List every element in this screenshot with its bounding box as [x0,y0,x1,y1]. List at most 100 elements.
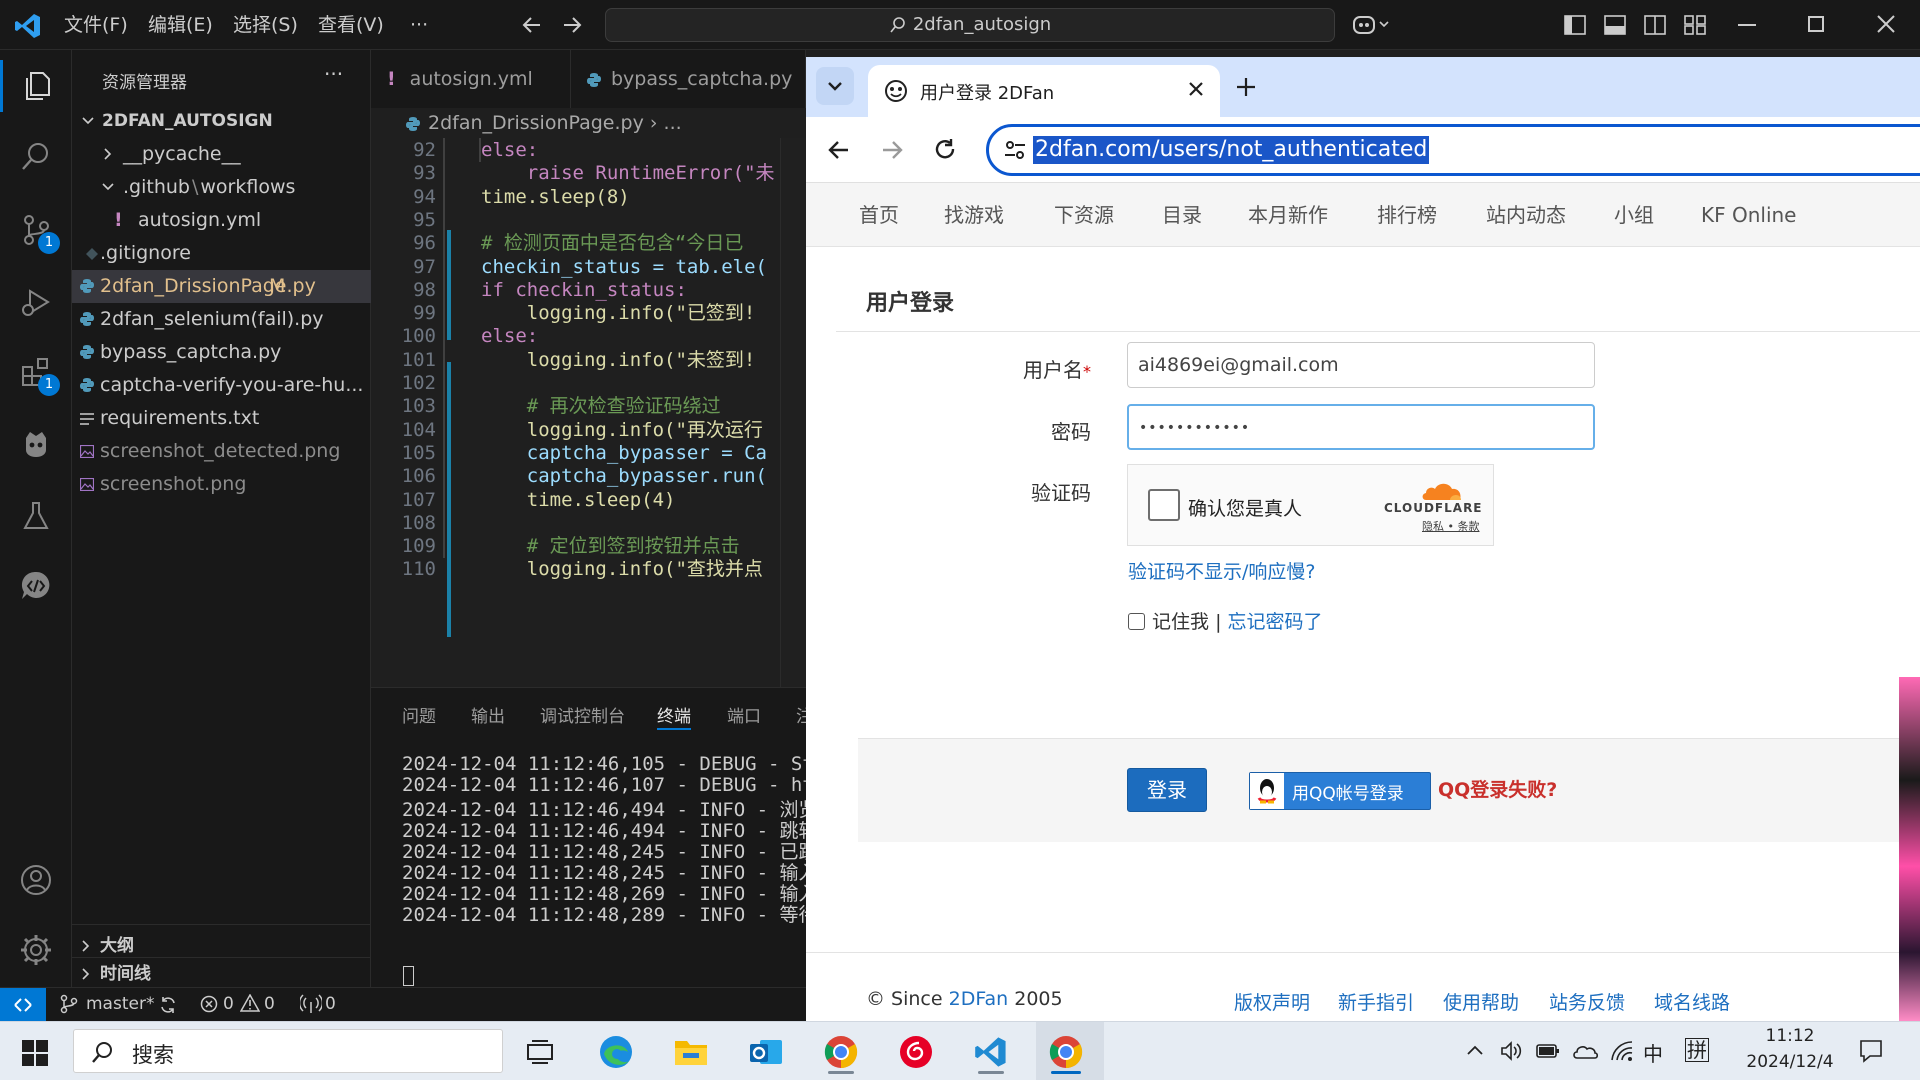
tab-autosign-yml[interactable]: ! autosign.yml [371,50,571,108]
menu-view[interactable]: 查看(V) [318,0,384,50]
tree-file-captcha-verify[interactable]: captcha-verify-you-are-hu... [72,369,371,402]
volume-icon[interactable] [1500,1040,1522,1062]
footer-copyright-link[interactable]: 版权声明 [1234,988,1310,1015]
netease-music-icon[interactable] [893,1030,939,1074]
footer-guide-link[interactable]: 新手指引 [1338,988,1414,1015]
footer-brand-link[interactable]: 2DFan [949,988,1009,1010]
code-lines[interactable]: 92 else: 93 raise RuntimeError("未 94 time.sl… [371,136,806,687]
nav-new-this-month[interactable]: 本月新作 [1248,183,1328,247]
clock-date[interactable]: 2024/12/4 [1730,1052,1850,1072]
onedrive-icon[interactable] [1572,1042,1598,1060]
tree-file-screenshot[interactable]: screenshot.png [72,468,371,501]
panel-tab-terminal[interactable]: 终端 [657,702,691,727]
sync-icon[interactable] [158,995,178,1015]
error-icon[interactable] [200,995,218,1013]
tree-file-requirements[interactable]: requirements.txt [72,402,371,435]
footer-help-link[interactable]: 使用帮助 [1443,988,1519,1015]
copilot-chat-icon[interactable] [16,424,56,464]
tree-folder-pycache[interactable]: __pycache__ [72,138,371,171]
accounts-icon[interactable] [16,860,56,900]
toggle-panel-icon[interactable] [1604,15,1626,35]
edge-icon[interactable] [593,1030,639,1074]
git-branch-label[interactable]: master* [86,994,154,1014]
login-button[interactable]: 登录 [1127,768,1207,812]
url-text[interactable]: 2dfan.com/users/not_authenticated [1033,136,1430,164]
restore-icon[interactable] [1808,16,1824,32]
captcha-checkbox[interactable] [1148,489,1180,521]
panel-tab-output[interactable]: 输出 [471,702,505,727]
browser-back-icon[interactable] [826,137,852,163]
menu-selection[interactable]: 选择(S) [233,0,298,50]
nav-back-icon[interactable] [520,13,544,37]
password-field[interactable]: •••••••••••• [1127,404,1595,450]
side-ad-banner[interactable] [1899,677,1920,1021]
tree-folder-github-workflows[interactable]: .github \ workflows [72,171,371,204]
notification-icon[interactable] [1858,1038,1884,1064]
browser-forward-icon[interactable] [879,137,905,163]
wifi-icon[interactable] [1610,1040,1634,1062]
remember-label[interactable]: 记住我 [1152,611,1209,633]
toggle-secondary-sidebar-icon[interactable] [1644,15,1666,35]
task-view-icon[interactable] [517,1030,563,1074]
menu-more[interactable]: ··· [410,0,428,50]
minimize-icon[interactable] [1738,24,1756,26]
nav-groups[interactable]: 小组 [1614,183,1654,247]
run-debug-icon[interactable] [16,282,56,322]
captcha-help-link[interactable]: 验证码不显示/响应慢? [1128,557,1316,584]
ime-mode[interactable]: 中 [1643,1038,1663,1067]
remote-indicator-icon[interactable] [0,988,46,1022]
tree-file-gitignore[interactable]: .gitignore [72,237,371,270]
workspace-root[interactable]: 2DFAN_AUTOSIGN [72,105,371,138]
tree-file-screenshot-detected[interactable]: screenshot_detected.png [72,435,371,468]
nav-activity[interactable]: 站内动态 [1486,183,1566,247]
ports-icon[interactable] [300,994,322,1014]
toggle-sidebar-icon[interactable] [1564,15,1586,35]
nav-catalog[interactable]: 目录 [1162,183,1202,247]
menu-file[interactable]: 文件(F) [64,0,128,50]
command-center-search[interactable]: 2dfan_autosign [605,8,1335,42]
remote-explorer-icon[interactable] [16,566,56,606]
forgot-password-link[interactable]: 忘记密码了 [1228,611,1323,633]
cloudflare-links[interactable]: 隐私 • 条款 [1422,518,1479,534]
new-tab-icon[interactable] [1234,75,1258,99]
qq-login-failed-link[interactable]: QQ登录失败? [1438,775,1557,802]
breadcrumb[interactable]: 2dfan_DrissionPage.py › ... [406,108,682,138]
settings-gear-icon[interactable] [16,930,56,970]
vscode-taskbar-icon[interactable] [968,1030,1014,1074]
menu-edit[interactable]: 编辑(E) [148,0,213,50]
chrome-active-icon[interactable] [1043,1030,1089,1074]
search-view-icon[interactable] [16,136,56,176]
battery-icon[interactable] [1536,1042,1560,1060]
tree-file-drissionpage[interactable]: 2dfan_DrissionPage.py M [72,270,371,303]
site-settings-icon[interactable] [1003,138,1027,162]
panel-tab-debug-console[interactable]: 调试控制台 [540,702,625,727]
windows-start-icon[interactable] [22,1040,48,1066]
chrome-icon[interactable] [818,1030,864,1074]
file-explorer-icon[interactable] [668,1030,714,1074]
tree-file-autosign-yml[interactable]: ! autosign.yml [72,204,371,237]
clock-time[interactable]: 11:12 [1730,1026,1850,1046]
footer-domains-link[interactable]: 域名线路 [1654,988,1730,1015]
close-tab-icon[interactable] [1188,81,1204,97]
footer-feedback-link[interactable]: 站务反馈 [1549,988,1625,1015]
explorer-icon[interactable] [16,66,56,106]
address-bar[interactable]: 2dfan.com/users/not_authenticated [986,124,1920,176]
tree-file-bypass-captcha[interactable]: bypass_captcha.py [72,336,371,369]
tree-file-selenium[interactable]: 2dfan_selenium(fail).py [72,303,371,336]
remember-checkbox[interactable] [1128,613,1145,630]
qq-login-button[interactable]: 用QQ帐号登录 [1249,772,1431,810]
tab-bypass-captcha[interactable]: bypass_captcha.py [571,50,806,108]
explorer-more-button[interactable]: ··· [324,62,343,86]
chrome-tab-active[interactable]: 用户登录 2DFan [868,65,1220,117]
copilot-icon[interactable] [1352,12,1392,38]
panel-tab-ports[interactable]: 端口 [727,702,761,727]
ime-pinyin[interactable]: 拼 [1685,1038,1709,1062]
outlook-icon[interactable] [743,1030,789,1074]
customize-layout-icon[interactable] [1684,15,1706,35]
close-window-icon[interactable] [1876,14,1896,34]
nav-find-games[interactable]: 找游戏 [944,183,1004,247]
panel-tab-problems[interactable]: 问题 [402,702,436,727]
tray-chevron-icon[interactable] [1466,1043,1484,1057]
nav-downloads[interactable]: 下资源 [1054,183,1114,247]
nav-kf-online[interactable]: KF Online [1701,183,1797,247]
